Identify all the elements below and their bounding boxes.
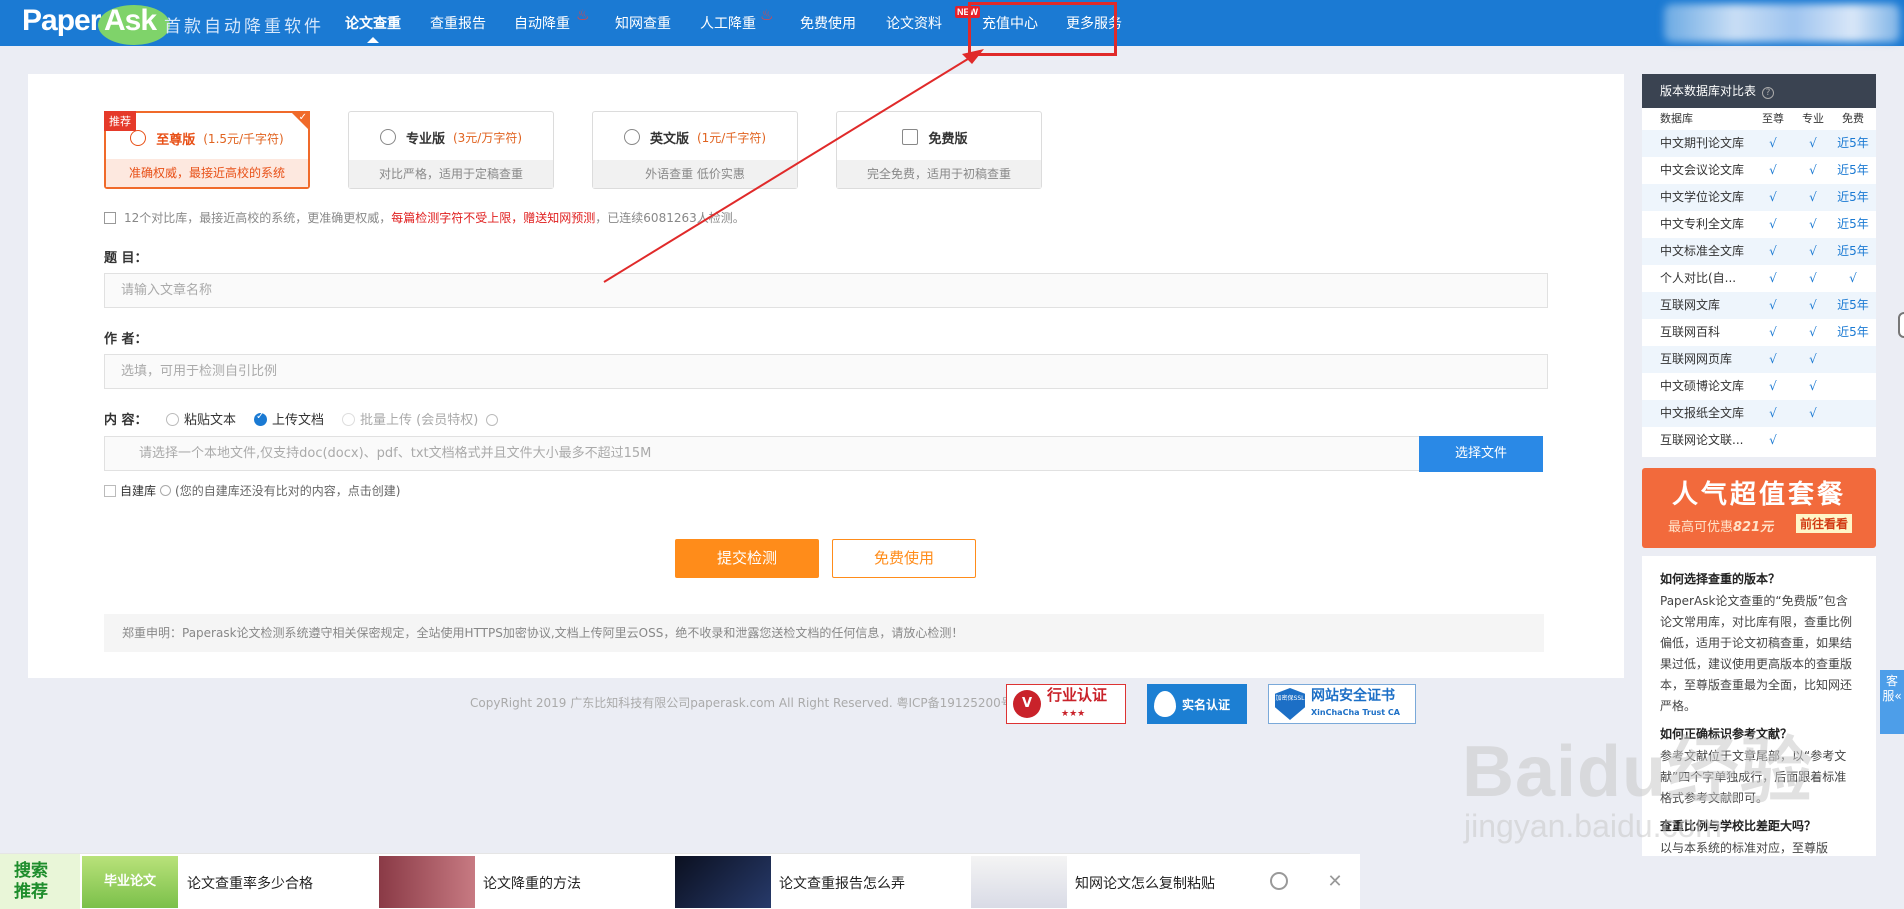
arrow-line — [603, 53, 977, 283]
arrow-head — [962, 49, 984, 64]
annotation-arrow — [603, 49, 984, 283]
